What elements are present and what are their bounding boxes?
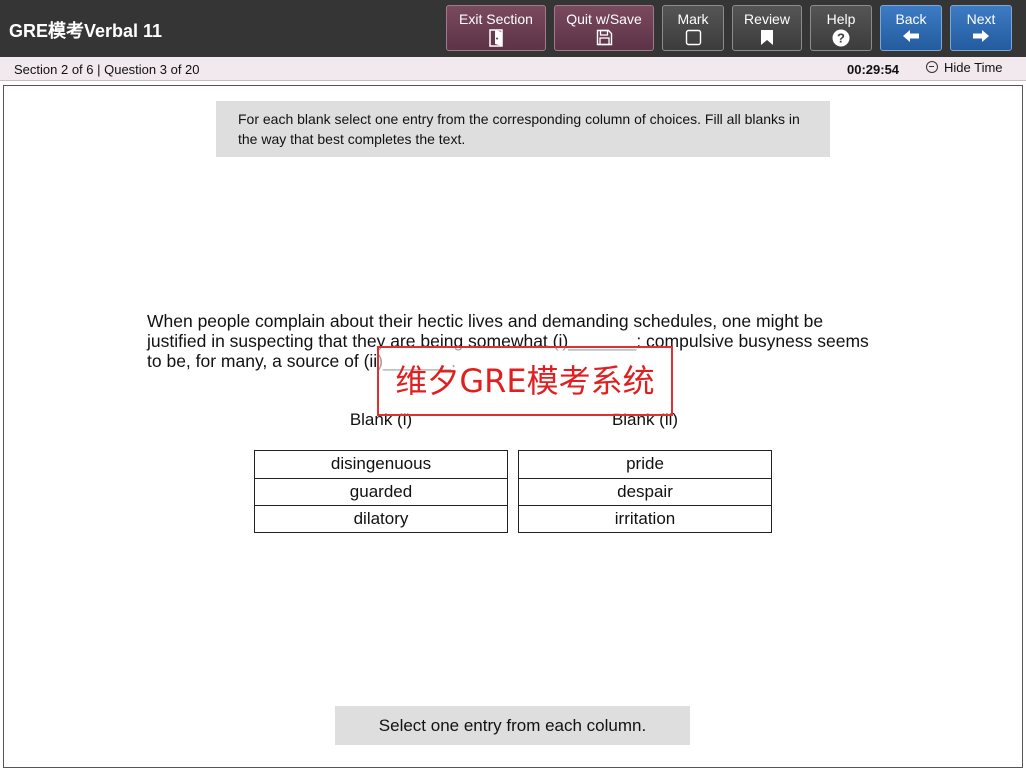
app-title: GRE模考Verbal 11 [9,21,163,41]
exit-door-icon [489,29,503,47]
top-toolbar: GRE模考Verbal 11 Exit Section Quit w/Save … [0,0,1026,57]
question-circle-icon: ? [832,29,850,47]
minus-circle-icon [926,61,938,73]
choice-guarded[interactable]: guarded [255,478,507,505]
exit-section-button[interactable]: Exit Section [446,5,546,51]
review-label: Review [744,11,790,27]
save-disk-icon [596,29,612,46]
mark-button[interactable]: Mark [662,5,724,51]
checkbox-icon [685,29,701,46]
help-button[interactable]: Help ? [810,5,872,51]
next-label: Next [966,11,996,27]
question-panel [3,85,1023,768]
hide-time-toggle[interactable]: Hide Time [926,60,1003,75]
hide-time-label: Hide Time [944,60,1003,75]
choice-irritation[interactable]: irritation [519,505,771,532]
svg-text:?: ? [837,31,845,46]
choice-despair[interactable]: despair [519,478,771,505]
quit-save-button[interactable]: Quit w/Save [554,5,654,51]
choice-dilatory[interactable]: dilatory [255,505,507,532]
mark-label: Mark [677,11,709,27]
footer-instruction: Select one entry from each column. [335,706,690,745]
exit-section-label: Exit Section [459,11,533,27]
review-button[interactable]: Review [732,5,802,51]
help-label: Help [826,11,856,27]
timer: 00:29:54 [847,62,900,77]
bookmark-icon [761,30,773,45]
question-progress: Section 2 of 6 | Question 3 of 20 [14,62,200,77]
watermark-stamp: 维夕GRE模考系统 [377,346,673,416]
status-bar: Section 2 of 6 | Question 3 of 20 00:29:… [0,57,1026,81]
blank-i-choices: disingenuous guarded dilatory [254,450,508,533]
blank-ii-choices: pride despair irritation [518,450,772,533]
back-label: Back [895,11,927,27]
choice-pride[interactable]: pride [519,451,771,478]
next-button[interactable]: Next [950,5,1012,51]
quit-save-label: Quit w/Save [566,11,642,27]
choice-disingenuous[interactable]: disingenuous [255,451,507,478]
arrow-left-icon [903,30,919,42]
back-button[interactable]: Back [880,5,942,51]
directions-box: For each blank select one entry from the… [216,101,830,157]
arrow-right-icon [973,30,989,42]
